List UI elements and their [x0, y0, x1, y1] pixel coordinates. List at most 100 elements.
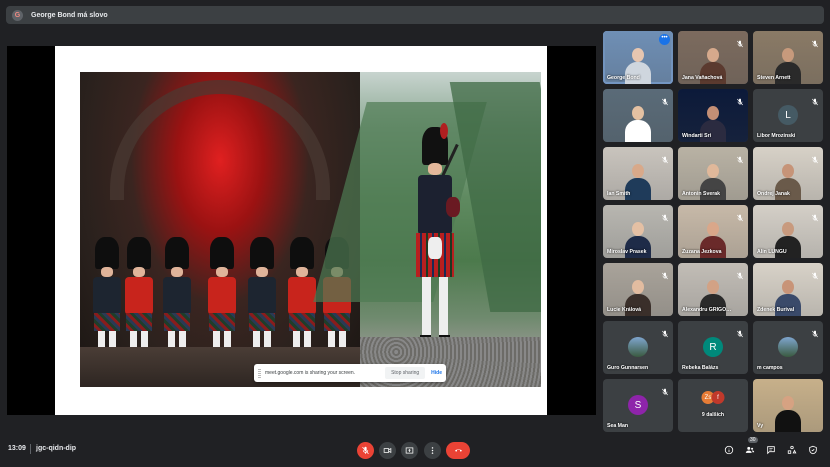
band-photo [80, 72, 360, 387]
present-screen-icon [405, 447, 414, 454]
muted-mic-icon [661, 383, 669, 396]
participant-name: Alexandru GRIGO… [682, 307, 732, 313]
participant-tile[interactable]: Antonin Sverak [678, 147, 748, 200]
overflow-avatar: f [711, 391, 725, 404]
speaker-banner: G George Bond má slovo [6, 6, 824, 24]
participant-avatar [628, 337, 648, 357]
participant-avatar [778, 337, 798, 357]
participant-name: Vy [757, 423, 764, 429]
participant-video [753, 379, 823, 432]
tile-options-button[interactable]: ••• [659, 34, 670, 45]
speaker-avatar: G [12, 9, 23, 21]
meeting-code: jgc-qidn-dip [36, 445, 77, 452]
participant-tile[interactable]: Zdenek Burival [753, 263, 823, 316]
participant-tile[interactable]: Alexandru GRIGO… [678, 263, 748, 316]
muted-mic-icon [811, 35, 819, 48]
participant-tile[interactable]: Miroslav Prasek [603, 205, 673, 258]
participant-tile[interactable]: Alin LUNGU [753, 205, 823, 258]
slide-photo [80, 72, 541, 387]
participant-tile[interactable]: Zuzana Jezkova [678, 205, 748, 258]
muted-mic-icon [811, 325, 819, 338]
participant-tile[interactable]: Jana Vaňachová [678, 31, 748, 84]
muted-mic-icon [661, 151, 669, 164]
end-call-button[interactable] [446, 442, 470, 459]
people-count-badge: 30 [748, 437, 758, 443]
muted-mic-icon [736, 325, 744, 338]
presentation-slide: meet.google.com is sharing your screen. … [55, 46, 547, 415]
participant-avatar: L [778, 105, 798, 125]
participant-tile[interactable]: L Libor Mrozinski [753, 89, 823, 142]
participant-tile[interactable]: Windarti Sri [678, 89, 748, 142]
participant-name: m campos [757, 365, 783, 371]
participant-tile[interactable]: Guro Gunnarsen [603, 321, 673, 374]
muted-mic-icon [661, 93, 669, 106]
participant-tile[interactable]: Zs f 9 dalších [678, 379, 748, 432]
participant-tile[interactable]: S Sea Man [603, 379, 673, 432]
participant-name: Lucie Králová [607, 307, 642, 313]
muted-mic-icon [661, 209, 669, 222]
camera-toggle-button[interactable] [379, 442, 396, 459]
muted-mic-icon [811, 93, 819, 106]
muted-mic-icon [811, 267, 819, 280]
participant-avatar: R [703, 337, 723, 357]
participant-avatar: S [628, 395, 648, 415]
muted-mic-icon [736, 151, 744, 164]
meeting-details-button[interactable] [723, 444, 735, 456]
muted-mic-icon [811, 151, 819, 164]
speaker-banner-text: George Bond má slovo [31, 11, 108, 19]
participant-name: Alin LUNGU [757, 249, 787, 255]
participant-tile[interactable]: Vy [753, 379, 823, 432]
people-button[interactable] [744, 444, 756, 456]
participant-name: Steven Arnett [757, 75, 791, 81]
muted-mic-icon [736, 209, 744, 222]
clock: 13:09 [8, 445, 26, 452]
participant-tile[interactable]: m campos [753, 321, 823, 374]
present-button[interactable] [401, 442, 418, 459]
shield-icon [809, 445, 817, 455]
participant-name: Rebeka Balázs [682, 365, 719, 371]
screen-share-bar: meet.google.com is sharing your screen. … [254, 364, 446, 382]
participant-name: Miroslav Prasek [607, 249, 647, 255]
mic-toggle-button[interactable] [357, 442, 374, 459]
participant-tile[interactable]: Lucie Králová [603, 263, 673, 316]
participant-name: Windarti Sri [682, 133, 712, 139]
stop-sharing-button[interactable]: Stop sharing [385, 367, 426, 379]
participant-name: George Bond [607, 75, 640, 81]
participant-tile[interactable]: R Rebeka Balázs [678, 321, 748, 374]
muted-mic-icon [736, 93, 744, 106]
chat-button[interactable] [765, 444, 777, 456]
muted-mic-icon [811, 209, 819, 222]
participant-tile[interactable]: Steven Arnett [753, 31, 823, 84]
meet-window: G George Bond má slovo meet.google.com i… [0, 0, 830, 467]
more-options-button[interactable] [424, 442, 441, 459]
host-controls-button[interactable] [807, 444, 819, 456]
participant-tile[interactable]: Ian Smith [603, 147, 673, 200]
share-message: meet.google.com is sharing your screen. [265, 370, 356, 376]
activities-button[interactable] [786, 444, 798, 456]
more-vert-icon [431, 447, 434, 454]
muted-mic-icon [661, 325, 669, 338]
participant-name: Libor Mrozinski [757, 133, 796, 139]
solo-piper-photo [313, 72, 541, 387]
drag-handle-icon[interactable] [258, 368, 261, 378]
participant-name: 9 dalších [701, 412, 725, 418]
chat-icon [767, 446, 775, 455]
muted-mic-icon [661, 267, 669, 280]
info-icon [724, 445, 734, 455]
muted-mic-icon [736, 267, 744, 280]
bottom-toolbar: 13:09 jgc-qidn-dip 30 [0, 436, 830, 467]
participant-tile[interactable]: ••• George Bond [603, 31, 673, 84]
camera-icon [383, 448, 392, 453]
participant-tile[interactable] [603, 89, 673, 142]
muted-mic-icon [736, 35, 744, 48]
activities-icon [787, 445, 797, 454]
participant-name: Guro Gunnarsen [607, 365, 649, 371]
participant-name: Ian Smith [607, 191, 631, 197]
participant-tile[interactable]: Ondrej Janak [753, 147, 823, 200]
participant-name: Antonin Sverak [682, 191, 721, 197]
participant-name: Zuzana Jezkova [682, 249, 722, 255]
presentation-stage: meet.google.com is sharing your screen. … [7, 46, 596, 415]
participant-name: Sea Man [607, 423, 629, 429]
participant-name: Ondrej Janak [757, 191, 790, 197]
hide-share-bar-button[interactable]: Hide [431, 370, 442, 376]
